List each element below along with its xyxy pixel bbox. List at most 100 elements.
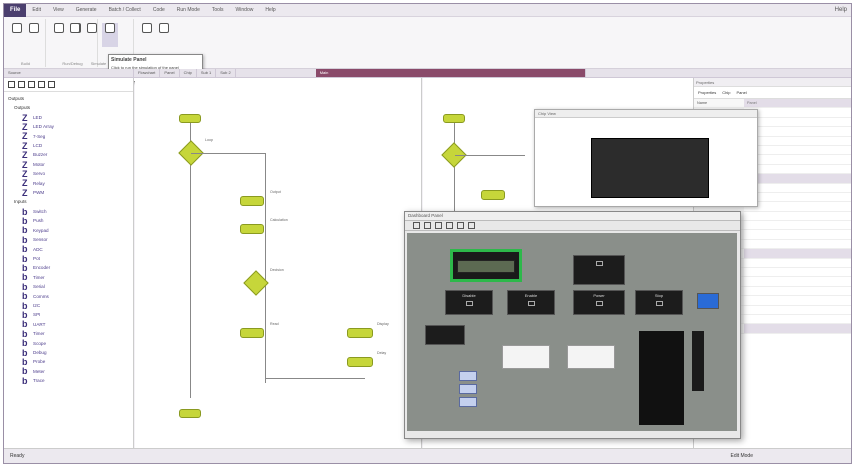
- tree-category[interactable]: Outputs: [8, 103, 129, 112]
- flow-output-block[interactable]: [481, 190, 505, 200]
- tree-item[interactable]: Z Buzzer: [8, 150, 129, 160]
- panel-selector[interactable]: [425, 325, 465, 345]
- tree-item[interactable]: b I2C: [8, 301, 129, 310]
- tree-tool-icon[interactable]: [48, 81, 55, 88]
- tree-item[interactable]: b Debug: [8, 348, 129, 357]
- menu-item-window[interactable]: Window: [230, 7, 260, 13]
- menu-item-generate[interactable]: Generate: [70, 7, 103, 13]
- zoom-icon[interactable]: [457, 222, 464, 229]
- properties-tab[interactable]: Properties: [698, 90, 716, 95]
- compile-button[interactable]: [26, 23, 42, 47]
- property-value[interactable]: [744, 137, 851, 145]
- property-value[interactable]: [744, 146, 851, 154]
- panel-button-enable[interactable]: Enable: [507, 290, 555, 315]
- property-value[interactable]: [744, 315, 851, 323]
- tree-tool-icon[interactable]: [38, 81, 45, 88]
- menu-item-edit[interactable]: Edit: [26, 7, 47, 13]
- simulate-button[interactable]: [67, 23, 83, 47]
- simulate-panel-button[interactable]: [102, 23, 118, 47]
- menu-item-tools[interactable]: Tools: [206, 7, 230, 13]
- tree-category[interactable]: Inputs: [8, 197, 129, 206]
- tree-item[interactable]: b UART: [8, 320, 129, 329]
- tree-item[interactable]: Z Servo: [8, 169, 129, 178]
- property-value[interactable]: Panel: [744, 99, 851, 107]
- property-value[interactable]: [744, 230, 851, 238]
- tree-item[interactable]: b Push: [8, 216, 129, 225]
- flow-start-block[interactable]: [179, 114, 201, 123]
- property-value[interactable]: [744, 306, 851, 314]
- tree-tool-icon[interactable]: [18, 81, 25, 88]
- tree-item[interactable]: b Trace: [8, 376, 129, 385]
- tab-chip[interactable]: Chip: [180, 69, 197, 77]
- panel-small-button[interactable]: [459, 397, 477, 407]
- property-value[interactable]: [744, 277, 851, 285]
- tree-item[interactable]: Z 7-Seg: [8, 132, 129, 141]
- panel-button-stop[interactable]: Stop: [635, 290, 683, 315]
- tree-item[interactable]: b Timer: [8, 329, 129, 338]
- flow-delay-block[interactable]: [347, 357, 373, 367]
- menu-item-help[interactable]: Help: [259, 7, 281, 13]
- tree-root[interactable]: Outputs: [8, 94, 129, 103]
- property-value[interactable]: [744, 249, 851, 257]
- tab-flowchart[interactable]: Flowchart: [134, 69, 161, 77]
- property-value[interactable]: [744, 259, 851, 267]
- file-menu[interactable]: File: [4, 4, 27, 17]
- property-value[interactable]: [744, 268, 851, 276]
- panel-small-button[interactable]: [459, 371, 477, 381]
- menu-item-batch[interactable]: Batch / Collect: [103, 7, 147, 13]
- pen-icon[interactable]: [468, 222, 475, 229]
- property-value[interactable]: [744, 324, 851, 332]
- property-value[interactable]: [744, 212, 851, 220]
- property-value[interactable]: [744, 174, 851, 182]
- property-value[interactable]: [744, 184, 851, 192]
- tree-item[interactable]: b SPI: [8, 310, 129, 320]
- tree-tool-icon[interactable]: [8, 81, 15, 88]
- step-button[interactable]: [84, 23, 100, 47]
- panel-tab[interactable]: Panel: [736, 90, 746, 95]
- tree-item[interactable]: Z LED Array: [8, 122, 129, 131]
- flow-output-block[interactable]: [240, 196, 264, 206]
- tree-item[interactable]: Z PWM: [8, 188, 129, 197]
- tab-main[interactable]: Main: [315, 69, 586, 77]
- menu-item-code[interactable]: Code: [147, 7, 171, 13]
- panel-dial[interactable]: [573, 255, 625, 285]
- tree-tool-icon[interactable]: [28, 81, 35, 88]
- flow-display-block[interactable]: [347, 328, 373, 338]
- tree-item[interactable]: b Scope: [8, 339, 129, 348]
- pause-icon[interactable]: [424, 222, 431, 229]
- tree-item[interactable]: b Meter: [8, 367, 129, 376]
- menu-item-view[interactable]: View: [47, 7, 70, 13]
- tree-item[interactable]: Z Relay: [8, 179, 129, 188]
- tree-item[interactable]: b Pot: [8, 254, 129, 263]
- tab-panel[interactable]: Panel: [160, 69, 180, 77]
- panel-small-button[interactable]: [459, 384, 477, 394]
- property-value[interactable]: [744, 296, 851, 304]
- flow-calc-block[interactable]: [240, 224, 264, 234]
- breakpoint-button[interactable]: [156, 23, 172, 47]
- tree-item[interactable]: b Keypad: [8, 226, 129, 235]
- chip-tab[interactable]: Chip: [722, 90, 730, 95]
- property-value[interactable]: [744, 202, 851, 210]
- step-icon[interactable]: [446, 222, 453, 229]
- tab-source[interactable]: Source: [4, 69, 134, 77]
- flowchart-canvas[interactable]: Loop Output Calculation Decision Read Di…: [135, 78, 422, 463]
- help-link[interactable]: Help: [835, 7, 847, 13]
- flow-end-block[interactable]: [179, 409, 201, 418]
- panel-button-power[interactable]: Power: [573, 290, 625, 315]
- tree-item[interactable]: b ADC: [8, 245, 129, 254]
- flow-read-block[interactable]: [240, 328, 264, 338]
- tree-item[interactable]: b Sensor: [8, 235, 129, 244]
- tree-item[interactable]: b Switch: [8, 207, 129, 216]
- menu-item-run-mode[interactable]: Run Mode: [171, 7, 206, 13]
- tab-sub-2[interactable]: Sub 2: [216, 69, 236, 77]
- panel-button-home[interactable]: [697, 293, 719, 309]
- tree-item[interactable]: Z Motor: [8, 160, 129, 169]
- property-row[interactable]: Name Panel: [694, 99, 851, 109]
- tree-item[interactable]: b Timer: [8, 273, 129, 282]
- tree-item[interactable]: b Probe: [8, 357, 129, 367]
- property-value[interactable]: [744, 240, 851, 248]
- stop-icon[interactable]: [435, 222, 442, 229]
- tree-item[interactable]: b Comms: [8, 292, 129, 301]
- debug-button[interactable]: [139, 23, 155, 47]
- property-value[interactable]: [744, 193, 851, 201]
